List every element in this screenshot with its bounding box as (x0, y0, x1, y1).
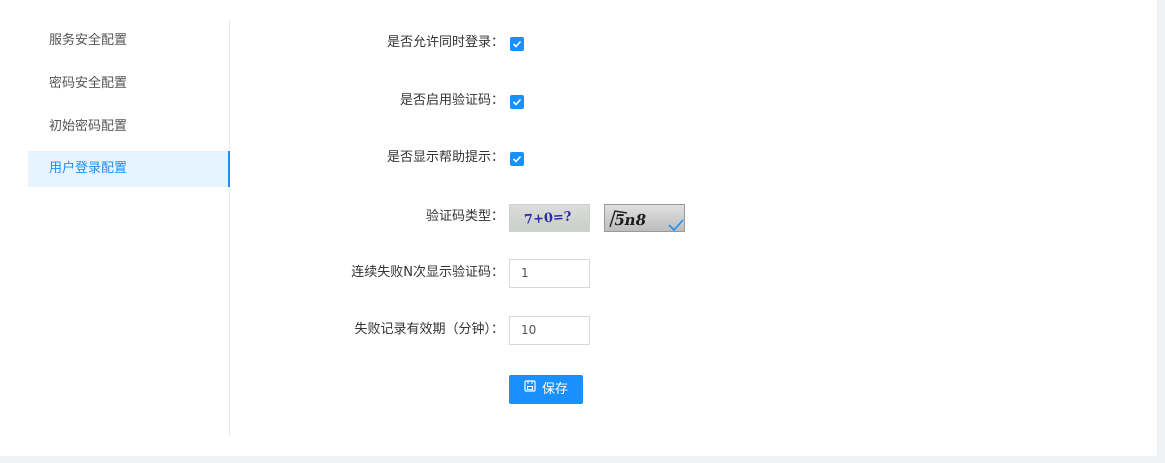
fail-count-input[interactable]: 1 (509, 259, 590, 288)
sidebar-item-label: 服务安全配置 (49, 33, 128, 48)
enable-captcha-checkbox[interactable] (510, 95, 524, 109)
sidebar-item-password-security[interactable]: 密码安全配置 (28, 66, 229, 102)
enable-captcha-label: 是否启用验证码： (399, 93, 504, 108)
sidebar-item-label: 用户登录配置 (49, 161, 128, 176)
save-icon (524, 374, 536, 403)
selected-check-icon (668, 219, 684, 231)
sidebar-item-service-security[interactable]: 服务安全配置 (28, 23, 229, 59)
captcha-type-label: 验证码类型： (425, 209, 504, 224)
fail-count-label: 连续失败N次显示验证码： (351, 265, 504, 280)
captcha-image: 7+0=? (524, 209, 573, 227)
captcha-text: 5n8 (613, 211, 648, 229)
fail-period-label: 失败记录有效期（分钟）： (354, 322, 504, 337)
sidebar-item-user-login[interactable]: 用户登录配置 (28, 151, 230, 187)
check-icon (512, 40, 522, 48)
sidebar-item-label: 初始密码配置 (49, 119, 128, 134)
check-icon (512, 98, 522, 106)
main-panel: 服务安全配置 密码安全配置 初始密码配置 用户登录配置 是否允许同时登录： 是否… (0, 0, 1157, 456)
captcha-option-distorted[interactable]: 5n8 (604, 204, 685, 232)
save-button-label: 保存 (541, 382, 568, 397)
sidebar-item-initial-password[interactable]: 初始密码配置 (28, 109, 229, 145)
sidebar: 服务安全配置 密码安全配置 初始密码配置 用户登录配置 (28, 20, 230, 436)
concurrent-login-label: 是否允许同时登录： (386, 35, 504, 50)
save-button[interactable]: 保存 (509, 375, 583, 404)
concurrent-login-checkbox[interactable] (510, 37, 524, 51)
check-icon (512, 155, 522, 163)
captcha-option-arithmetic[interactable]: 7+0=? (509, 204, 590, 232)
fail-period-input[interactable]: 10 (509, 316, 590, 345)
sidebar-item-label: 密码安全配置 (49, 76, 128, 91)
captcha-text: 7+0=? (524, 209, 573, 227)
captcha-image: 5n8 (609, 210, 684, 231)
show-help-label: 是否显示帮助提示： (386, 150, 504, 165)
show-help-checkbox[interactable] (510, 152, 524, 166)
